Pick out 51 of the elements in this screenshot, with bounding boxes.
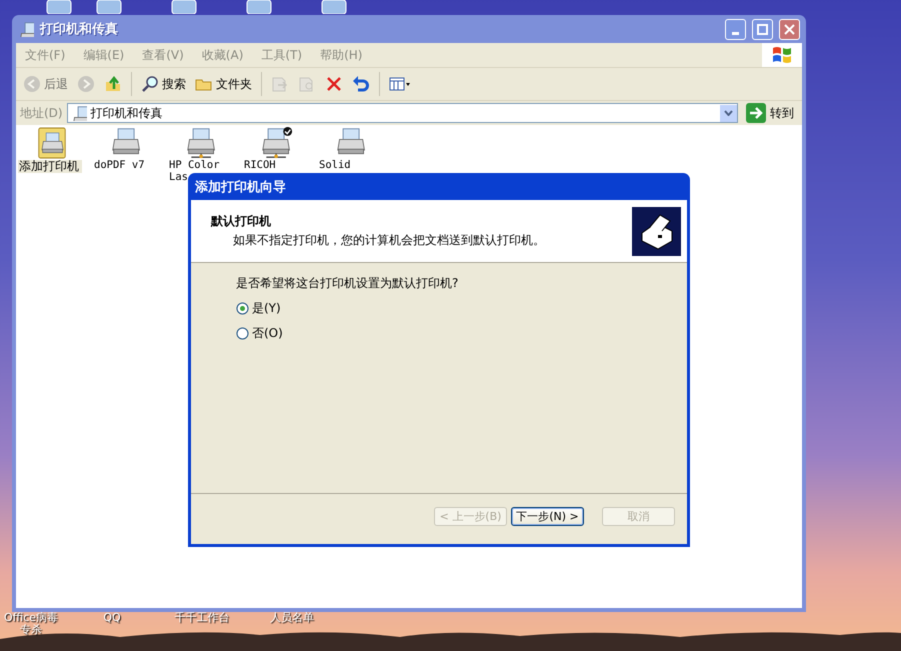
menu-item[interactable]: 帮助(H) xyxy=(311,46,372,64)
wizard-button[interactable]: 下一步(N) > xyxy=(511,506,584,526)
printer-item[interactable]: Solid xyxy=(318,127,386,172)
menu-item[interactable]: 工具(T) xyxy=(252,46,312,64)
go-button[interactable]: 转到 xyxy=(742,103,798,123)
wizard-heading: 默认打印机 xyxy=(211,213,272,230)
minimize-icon xyxy=(732,32,739,34)
folder-up-icon xyxy=(104,75,122,93)
radio-option[interactable]: 是(Y) xyxy=(236,300,642,317)
menu-item[interactable]: 文件(F) xyxy=(16,46,74,64)
radio-button[interactable] xyxy=(236,302,249,315)
printer-icon xyxy=(186,127,218,159)
maximize-icon xyxy=(757,24,768,34)
close-icon xyxy=(784,24,795,34)
menu-item[interactable]: 查看(V) xyxy=(133,46,193,64)
dialog-title: 添加打印机向导 xyxy=(194,178,287,196)
printer-icon xyxy=(632,206,681,256)
printer-item[interactable]: RICOH xyxy=(243,127,311,172)
window-title: 打印机和传真 xyxy=(40,21,119,38)
menu-item[interactable]: 编辑(E) xyxy=(74,46,134,64)
dropdown-button[interactable] xyxy=(720,104,737,122)
question-text: 是否希望将这台打印机设置为默认打印机? xyxy=(236,275,460,292)
chevron-down-icon xyxy=(724,110,733,116)
windows-logo-icon xyxy=(771,45,793,65)
undo-icon xyxy=(352,75,370,93)
move-icon xyxy=(271,75,289,93)
arrow-right-icon xyxy=(746,103,766,123)
views-icon xyxy=(389,75,411,93)
back-icon xyxy=(23,75,41,93)
minimize-button[interactable] xyxy=(725,18,746,40)
search-button[interactable]: 搜索 xyxy=(138,73,189,95)
maximize-button[interactable] xyxy=(752,18,773,40)
delete-icon xyxy=(325,75,343,93)
folders-button[interactable]: 文件夹 xyxy=(192,73,255,95)
printer-item[interactable]: 添加打印机 xyxy=(18,127,86,174)
desktop-icon[interactable] xyxy=(170,0,198,14)
close-button[interactable] xyxy=(779,18,800,40)
desktop-icon[interactable] xyxy=(95,0,123,14)
radio-option[interactable]: 否(O) xyxy=(236,325,642,342)
address-label: 地址(D) xyxy=(20,104,63,122)
add-printer-icon xyxy=(37,127,67,159)
desktop-icon[interactable] xyxy=(320,0,348,14)
printer-item[interactable]: doPDF v7 xyxy=(93,127,161,172)
forward-icon xyxy=(77,75,95,93)
radio-button[interactable] xyxy=(236,327,249,340)
desktop-icon[interactable] xyxy=(45,0,73,14)
menu-item[interactable]: 收藏(A) xyxy=(192,46,252,64)
desktop-icon[interactable] xyxy=(245,0,273,14)
search-icon xyxy=(141,75,159,93)
wizard-subheading: 如果不指定打印机，您的计算机会把文档送到默认打印机。 xyxy=(232,232,546,249)
address-field[interactable]: 打印机和传真 xyxy=(66,103,738,123)
